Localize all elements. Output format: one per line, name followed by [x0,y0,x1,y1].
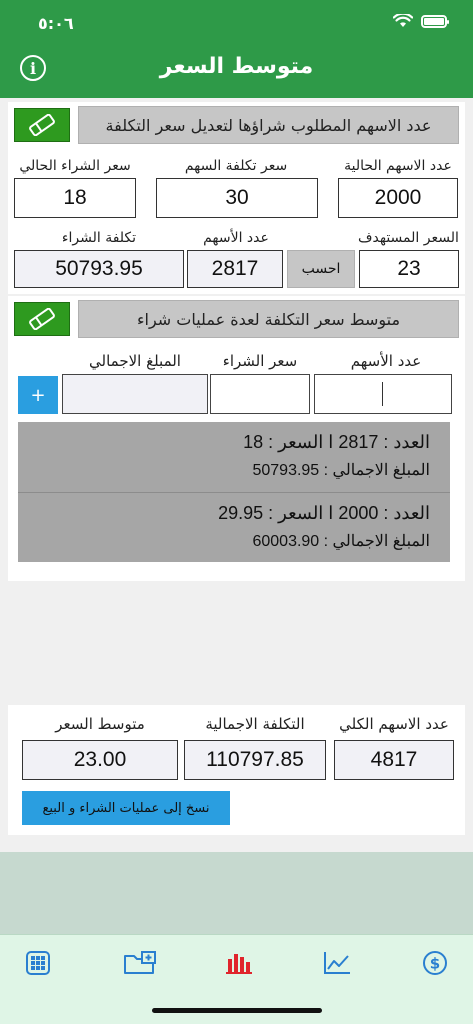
entry-total: المبلغ الاجمالي : 50793.95 [252,462,430,479]
entries-list[interactable]: العدد : 2817 ا السعر : 18 المبلغ الاجمال… [18,422,450,562]
entry-total: المبلغ الاجمالي : 60003.90 [252,533,430,550]
tab-calculator[interactable] [23,949,53,977]
tab-portfolio[interactable] [122,949,158,977]
share-cost-label: سعر تكلفة السهم [184,158,288,174]
status-time: ٥:٠٦ [38,14,74,33]
entry-count-price: العدد : 2000 ا السعر : 29.95 [218,503,430,523]
section-title-target: عدد الاسهم المطلوب شراؤها لتعديل سعر الت… [78,106,459,144]
price-col-label: سعر الشراء [222,352,298,370]
list-item[interactable]: العدد : 2817 ا السعر : 18 المبلغ الاجمال… [18,422,450,492]
purchase-cost-result: 50793.95 [14,250,184,288]
current-shares-field[interactable]: 2000 [338,178,458,218]
target-price-label: السعر المستهدف [358,230,459,246]
eraser-icon [29,114,55,136]
text-caret [382,382,383,406]
svg-text:$: $ [430,955,440,973]
shares-input[interactable] [314,374,452,414]
current-shares-label: عدد الاسهم الحالية [344,158,452,174]
tab-charts[interactable] [322,949,352,977]
copy-to-trades-button[interactable]: نسخ إلى عمليات الشراء و البيع [22,791,230,825]
target-price-panel: عدد الاسهم المطلوب شراؤها لتعديل سعر الت… [8,102,465,294]
wifi-icon [393,14,413,27]
dollar-icon: $ [423,951,447,975]
page-title: متوسط السعر [159,54,314,79]
calculator-icon [26,951,50,975]
entry-count-price: العدد : 2817 ا السعر : 18 [243,432,430,452]
current-price-label: سعر الشراء الحالي [19,158,131,174]
tab-average-price[interactable] [224,949,254,977]
avg-price-label: متوسط السعر [55,715,145,733]
total-amount-input [62,374,208,414]
battery-icon [421,14,449,28]
calculate-button[interactable]: احسب [287,250,355,288]
tab-currency[interactable]: $ [420,949,450,977]
share-cost-field[interactable]: 30 [156,178,318,218]
folder-add-icon [124,951,156,974]
current-price-field[interactable]: 18 [14,178,136,218]
shares-count-result: 2817 [187,250,283,288]
summary-panel: عدد الاسهم الكلي التكلفة الاجمالية متوسط… [8,705,465,835]
shares-col-label: عدد الأسهم [350,352,422,370]
avg-price-result: 23.00 [22,740,178,780]
line-chart-icon [324,952,350,974]
total-shares-result: 4817 [334,740,454,780]
list-item[interactable]: العدد : 2000 ا السعر : 29.95 المبلغ الاج… [18,493,450,562]
eraser-icon [29,308,55,330]
add-entry-button[interactable]: + [18,376,58,414]
clear-button-2[interactable] [14,302,70,336]
average-cost-panel: متوسط سعر التكلفة لعدة عمليات شراء عدد ا… [8,296,465,581]
total-shares-label: عدد الاسهم الكلي [339,715,449,733]
total-cost-result: 110797.85 [184,740,326,780]
shares-count-label: عدد الأسهم [203,230,269,246]
section-title-average: متوسط سعر التكلفة لعدة عمليات شراء [78,300,459,338]
nav-header: ٥:٠٦ i متوسط السعر [0,0,473,98]
total-col-label: المبلغ الاجمالي [89,352,181,370]
clear-button-1[interactable] [14,108,70,142]
bar-chart-icon [226,954,252,974]
price-input[interactable] [210,374,310,414]
bottom-spacer [0,852,473,934]
total-cost-label: التكلفة الاجمالية [205,715,305,733]
home-indicator [152,1008,322,1013]
purchase-cost-label: تكلفة الشراء [61,230,137,246]
status-icons [393,14,449,28]
target-price-field[interactable]: 23 [359,250,459,288]
